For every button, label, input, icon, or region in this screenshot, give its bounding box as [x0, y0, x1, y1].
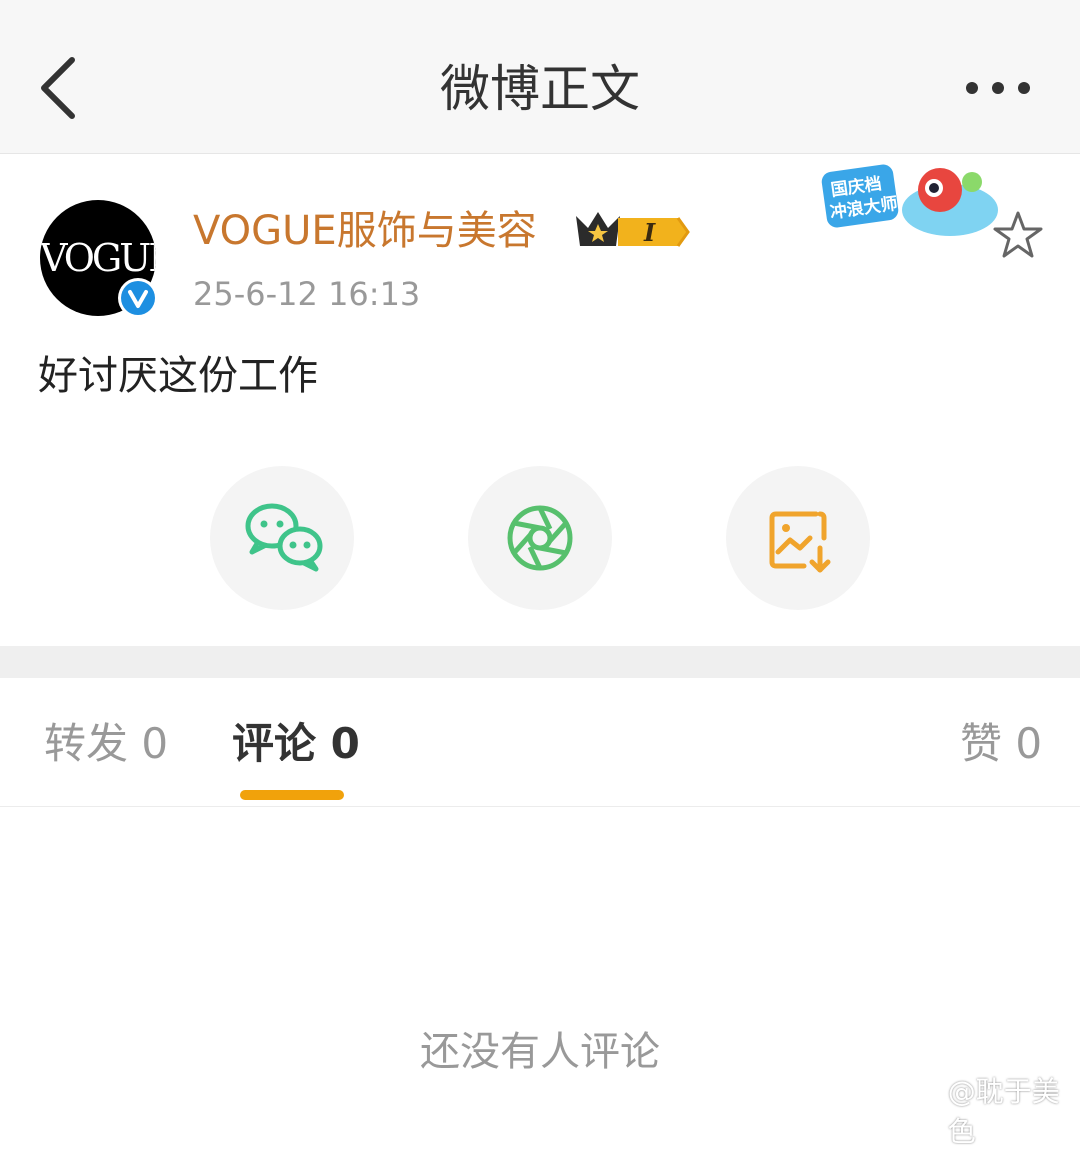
- image-download-icon: [769, 511, 831, 573]
- favorite-star-button[interactable]: [990, 208, 1046, 264]
- tab-comment[interactable]: 评论 0: [232, 712, 360, 776]
- avatar-logo-text: VOGUE: [40, 236, 156, 280]
- wechat-icon: [245, 503, 323, 572]
- username-link[interactable]: VOGUE服饰与美容: [193, 204, 537, 258]
- section-divider: [0, 646, 1080, 678]
- tabs-divider: [0, 806, 1080, 807]
- moments-aperture-icon: [507, 505, 573, 571]
- watermark-text: @耽于美色: [947, 1075, 1060, 1148]
- member-level-label: I: [643, 218, 656, 247]
- active-tab-indicator: [240, 790, 344, 800]
- empty-comments-text: 还没有人评论: [420, 1029, 660, 1075]
- save-image-button[interactable]: [726, 466, 870, 610]
- member-crown-icon[interactable]: I: [574, 206, 692, 252]
- surf-master-badge[interactable]: 国庆档 冲浪大师: [820, 160, 1000, 242]
- tab-like[interactable]: 赞 0: [960, 712, 1042, 776]
- post-content: 好讨厌这份工作: [38, 353, 318, 399]
- watermark: @耽于美色: [904, 1075, 1080, 1148]
- top-nav-bar: 微博正文: [0, 0, 1080, 154]
- post-timestamp: 25-6-12 16:13: [193, 275, 421, 313]
- weibo-logo-icon: [905, 1098, 939, 1126]
- share-wechat-button[interactable]: [210, 466, 354, 610]
- page-title: 微博正文: [440, 60, 640, 118]
- star-icon: [993, 211, 1043, 258]
- more-dots-icon: [966, 82, 1030, 94]
- tab-repost[interactable]: 转发 0: [44, 712, 168, 776]
- more-options-button[interactable]: [960, 70, 1040, 106]
- share-moments-button[interactable]: [468, 466, 612, 610]
- verified-badge-icon: [118, 278, 158, 318]
